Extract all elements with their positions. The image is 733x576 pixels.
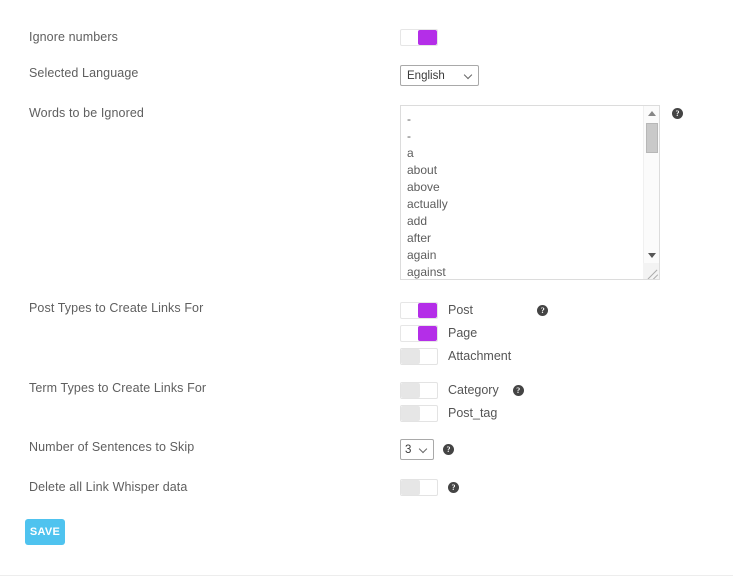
control-post-types: Post Page Attachment ? bbox=[400, 300, 733, 369]
select-sentences-to-skip[interactable]: 3 bbox=[400, 439, 434, 460]
textarea-scrollbar[interactable] bbox=[643, 106, 659, 279]
help-circle-icon-term-types[interactable]: ? bbox=[512, 385, 524, 396]
toggle-knob bbox=[401, 348, 420, 364]
scroll-down-arrow-icon[interactable] bbox=[644, 248, 659, 263]
switch-line-page: Page bbox=[400, 323, 511, 343]
row-selected-language: Selected Language English bbox=[0, 65, 733, 86]
save-button[interactable]: SAVE bbox=[25, 519, 65, 545]
settings-page: Ignore numbers Selected Language English… bbox=[0, 0, 733, 576]
toggle-knob bbox=[401, 480, 420, 495]
select-language-value: English bbox=[407, 69, 445, 82]
label-post-type-page: Page bbox=[448, 326, 478, 340]
toggle-knob bbox=[418, 30, 437, 46]
toggle-post-type-post[interactable] bbox=[400, 301, 438, 319]
help-circle-icon-sentences[interactable]: ? bbox=[443, 444, 454, 455]
row-sentences-to-skip: Number of Sentences to Skip 3 ? bbox=[0, 439, 733, 460]
switch-line-category: Category bbox=[400, 380, 499, 400]
label-post-types: Post Types to Create Links For bbox=[29, 301, 204, 315]
select-language[interactable]: English bbox=[400, 65, 479, 86]
chevron-down-icon bbox=[465, 71, 474, 80]
toggle-term-type-post-tag[interactable] bbox=[400, 404, 438, 422]
textarea-words-to-be-ignored[interactable]: - - a about above actually add after aga… bbox=[400, 105, 660, 280]
row-term-types: Term Types to Create Links For Category … bbox=[0, 380, 733, 426]
label-post-type-post: Post bbox=[448, 303, 474, 317]
control-delete-all-data: ? bbox=[400, 479, 733, 496]
toggle-post-type-attachment[interactable] bbox=[400, 347, 438, 365]
label-sentences-to-skip: Number of Sentences to Skip bbox=[29, 440, 195, 454]
control-ignore-numbers bbox=[400, 29, 733, 47]
select-sentences-value: 3 bbox=[405, 443, 412, 456]
toggle-knob bbox=[401, 405, 420, 421]
label-post-type-attachment: Attachment bbox=[448, 349, 512, 363]
switch-line-attachment: Attachment bbox=[400, 346, 511, 366]
toggle-term-type-category[interactable] bbox=[400, 381, 438, 399]
textarea-content: - - a about above actually add after aga… bbox=[407, 112, 448, 279]
scroll-up-arrow-icon[interactable] bbox=[644, 106, 659, 121]
chevron-down-icon bbox=[420, 445, 429, 454]
switch-line-post-tag: Post_tag bbox=[400, 403, 499, 423]
control-sentences-to-skip: 3 ? bbox=[400, 439, 733, 460]
help-circle-icon-delete[interactable]: ? bbox=[448, 482, 459, 493]
control-selected-language: English bbox=[400, 65, 733, 86]
label-term-type-category: Category bbox=[448, 383, 499, 397]
row-words-to-be-ignored: Words to be Ignored - - a about above ac… bbox=[0, 105, 733, 280]
toggle-knob bbox=[418, 325, 437, 341]
label-term-type-post-tag: Post_tag bbox=[448, 406, 498, 420]
control-words-to-be-ignored: - - a about above actually add after aga… bbox=[400, 105, 733, 280]
control-term-types: Category Post_tag ? bbox=[400, 380, 733, 426]
toggle-delete-all-data[interactable] bbox=[400, 479, 438, 496]
row-delete-all-data: Delete all Link Whisper data ? bbox=[0, 479, 733, 496]
row-ignore-numbers: Ignore numbers bbox=[0, 29, 733, 47]
toggle-ignore-numbers[interactable] bbox=[400, 29, 438, 47]
switch-line-post: Post bbox=[400, 300, 511, 320]
help-circle-icon-words[interactable]: ? bbox=[672, 108, 683, 119]
label-ignore-numbers: Ignore numbers bbox=[29, 30, 118, 44]
toggle-knob bbox=[401, 382, 420, 398]
label-words-to-be-ignored: Words to be Ignored bbox=[29, 106, 144, 120]
toggle-knob bbox=[418, 302, 437, 318]
row-post-types: Post Types to Create Links For Post Page… bbox=[0, 300, 733, 369]
toggle-post-type-page[interactable] bbox=[400, 324, 438, 342]
label-delete-all-data: Delete all Link Whisper data bbox=[29, 480, 188, 494]
textarea-resize-handle[interactable] bbox=[643, 263, 659, 279]
help-circle-icon-post-types[interactable]: ? bbox=[537, 305, 549, 316]
label-term-types: Term Types to Create Links For bbox=[29, 381, 207, 395]
scrollbar-thumb[interactable] bbox=[646, 123, 658, 153]
label-selected-language: Selected Language bbox=[29, 66, 139, 80]
